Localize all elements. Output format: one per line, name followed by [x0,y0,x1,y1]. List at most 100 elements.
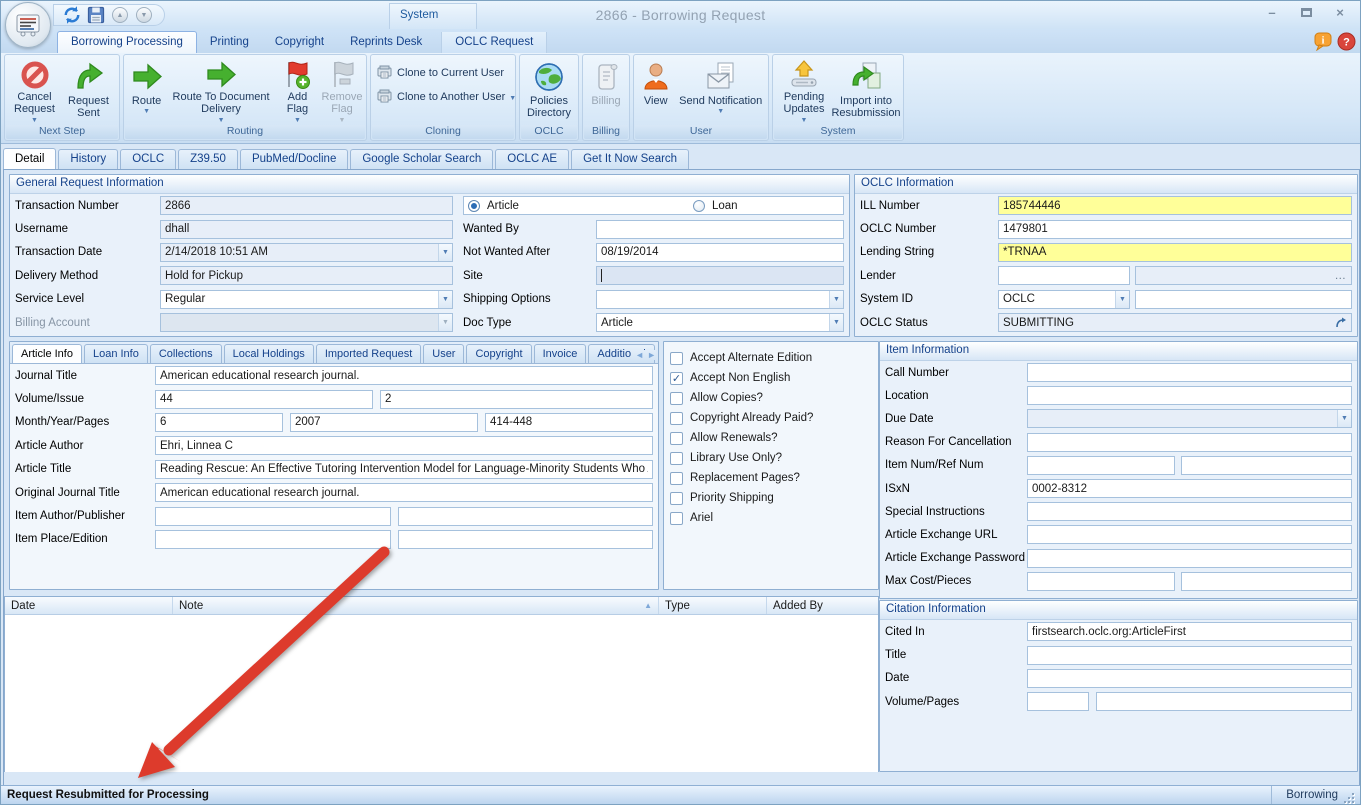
pages-field[interactable]: 414-448 [485,413,653,432]
checkbox-allow-copies[interactable] [670,392,683,405]
call-number-field[interactable] [1027,363,1352,382]
tab-user[interactable]: User [423,344,464,363]
item-author-field[interactable] [155,507,391,526]
tab-detail[interactable]: Detail [3,148,56,169]
clone-to-current-user-button[interactable]: Clone to Current User [377,65,516,81]
item-edition-field[interactable] [398,530,653,549]
maximize-button[interactable] [1294,5,1318,20]
column-header-date[interactable]: Date [5,597,173,614]
not-wanted-after-field[interactable]: 08/19/2014 [596,243,844,262]
delivery-method-field[interactable]: Hold for Pickup [160,266,453,285]
item-place-field[interactable] [155,530,391,549]
tab-copyright[interactable]: Copyright [262,32,337,53]
resize-grip[interactable] [1344,793,1354,803]
transaction-number-field[interactable]: 2866 [160,196,453,215]
tab-oclc-ae[interactable]: OCLC AE [495,149,569,169]
chevron-down-icon[interactable]: ▼ [1337,410,1351,427]
billing-account-select[interactable]: ▼ [160,313,453,332]
tab-reprints-desk[interactable]: Reprints Desk [337,32,435,53]
tab-scroll-right-icon[interactable]: ► [647,350,656,360]
browse-ellipsis-button[interactable]: … [1335,270,1348,282]
chevron-down-icon[interactable]: ▼ [438,244,452,261]
checkbox-replacement-pages[interactable] [670,472,683,485]
site-field[interactable] [596,266,844,285]
tab-borrowing-processing[interactable]: Borrowing Processing [57,31,197,53]
cancel-request-button[interactable]: Cancel Request ▼ [7,57,62,125]
route-button[interactable]: Route ▼ [126,57,167,125]
journal-title-field[interactable]: American educational research journal. [155,366,653,385]
resubmit-status-icon[interactable] [1335,317,1347,329]
radio-article[interactable] [468,200,480,212]
remove-flag-button[interactable]: Remove Flag ▼ [320,57,364,125]
tab-pubmed-docline[interactable]: PubMed/Docline [240,149,348,169]
due-date-field[interactable]: ▼ [1027,409,1352,428]
column-header-note[interactable]: Note▲ [173,597,659,614]
lender-lookup-field[interactable]: … [1135,266,1352,285]
item-num-field[interactable] [1027,456,1175,475]
location-field[interactable] [1027,386,1352,405]
tab-get-it-now-search[interactable]: Get It Now Search [571,149,689,169]
ill-number-field[interactable]: 185744446 [998,196,1352,215]
doc-type-select[interactable]: Article▼ [596,313,844,332]
lending-string-field[interactable]: *TRNAA [998,243,1352,262]
minimize-button[interactable]: – [1260,5,1284,20]
application-menu-button[interactable] [5,2,51,48]
checkbox-accept-alternate-edition[interactable] [670,352,683,365]
tab-imported-request[interactable]: Imported Request [316,344,421,363]
article-title-field[interactable]: Reading Rescue: An Effective Tutoring In… [155,460,653,479]
tab-oclc-request[interactable]: OCLC Request [441,32,547,53]
move-down-button[interactable]: ▼ [134,6,154,24]
lender-field[interactable] [998,266,1130,285]
help-icon[interactable]: ? [1337,32,1356,51]
shipping-options-select[interactable]: ▼ [596,290,844,309]
view-user-button[interactable]: View [636,57,675,125]
chevron-down-icon[interactable]: ▼ [829,314,843,331]
max-cost-field[interactable] [1027,572,1175,591]
year-field[interactable]: 2007 [290,413,478,432]
checkbox-accept-non-english[interactable] [670,372,683,385]
citation-pages-field[interactable] [1096,692,1352,711]
radio-loan[interactable] [693,200,705,212]
import-into-resubmission-button[interactable]: Import into Resubmission [833,57,899,125]
citation-title-field[interactable] [1027,646,1352,665]
checkbox-ariel[interactable] [670,512,683,525]
system-id-select[interactable]: OCLC▼ [998,290,1130,309]
tab-printing[interactable]: Printing [197,32,262,53]
add-flag-button[interactable]: Add Flag ▼ [275,57,320,125]
volume-field[interactable]: 44 [155,390,373,409]
issue-field[interactable]: 2 [380,390,653,409]
checkbox-allow-renewals[interactable] [670,432,683,445]
wanted-by-field[interactable] [596,220,844,239]
tab-scroll-left-icon[interactable]: ◄ [635,350,644,360]
tab-oclc[interactable]: OCLC [120,149,176,169]
refresh-button[interactable] [62,6,82,24]
article-exchange-password-field[interactable] [1027,549,1352,568]
save-button[interactable] [86,6,106,24]
original-journal-title-field[interactable]: American educational research journal. [155,483,653,502]
column-header-added-by[interactable]: Added By [767,597,878,614]
transaction-date-field[interactable]: 2/14/2018 10:51 AM▼ [160,243,453,262]
about-bubble-icon[interactable]: i [1314,32,1333,51]
billing-button[interactable]: Billing [585,57,627,125]
cited-in-field[interactable]: firstsearch.oclc.org:ArticleFirst [1027,622,1352,641]
username-field[interactable]: dhall [160,220,453,239]
checkbox-library-use-only[interactable] [670,452,683,465]
pending-updates-button[interactable]: Pending Updates ▼ [775,57,833,125]
pieces-field[interactable] [1181,572,1352,591]
article-author-field[interactable]: Ehri, Linnea C [155,436,653,455]
notes-table-body[interactable] [5,615,878,772]
clone-to-another-user-button[interactable]: Clone to Another User ▼ [377,89,516,105]
policies-directory-button[interactable]: Policies Directory [522,57,576,125]
move-up-button[interactable]: ▲ [110,6,130,24]
service-level-select[interactable]: Regular▼ [160,290,453,309]
request-sent-button[interactable]: Request Sent [62,57,115,125]
citation-volume-field[interactable] [1027,692,1089,711]
tab-loan-info[interactable]: Loan Info [84,344,148,363]
tab-z3950[interactable]: Z39.50 [178,149,238,169]
tab-invoice[interactable]: Invoice [534,344,587,363]
send-notification-button[interactable]: Send Notification ▼ [675,57,766,125]
route-to-document-delivery-button[interactable]: Route To Document Delivery ▼ [167,57,275,125]
item-publisher-field[interactable] [398,507,653,526]
reason-for-cancellation-field[interactable] [1027,433,1352,452]
citation-date-field[interactable] [1027,669,1352,688]
